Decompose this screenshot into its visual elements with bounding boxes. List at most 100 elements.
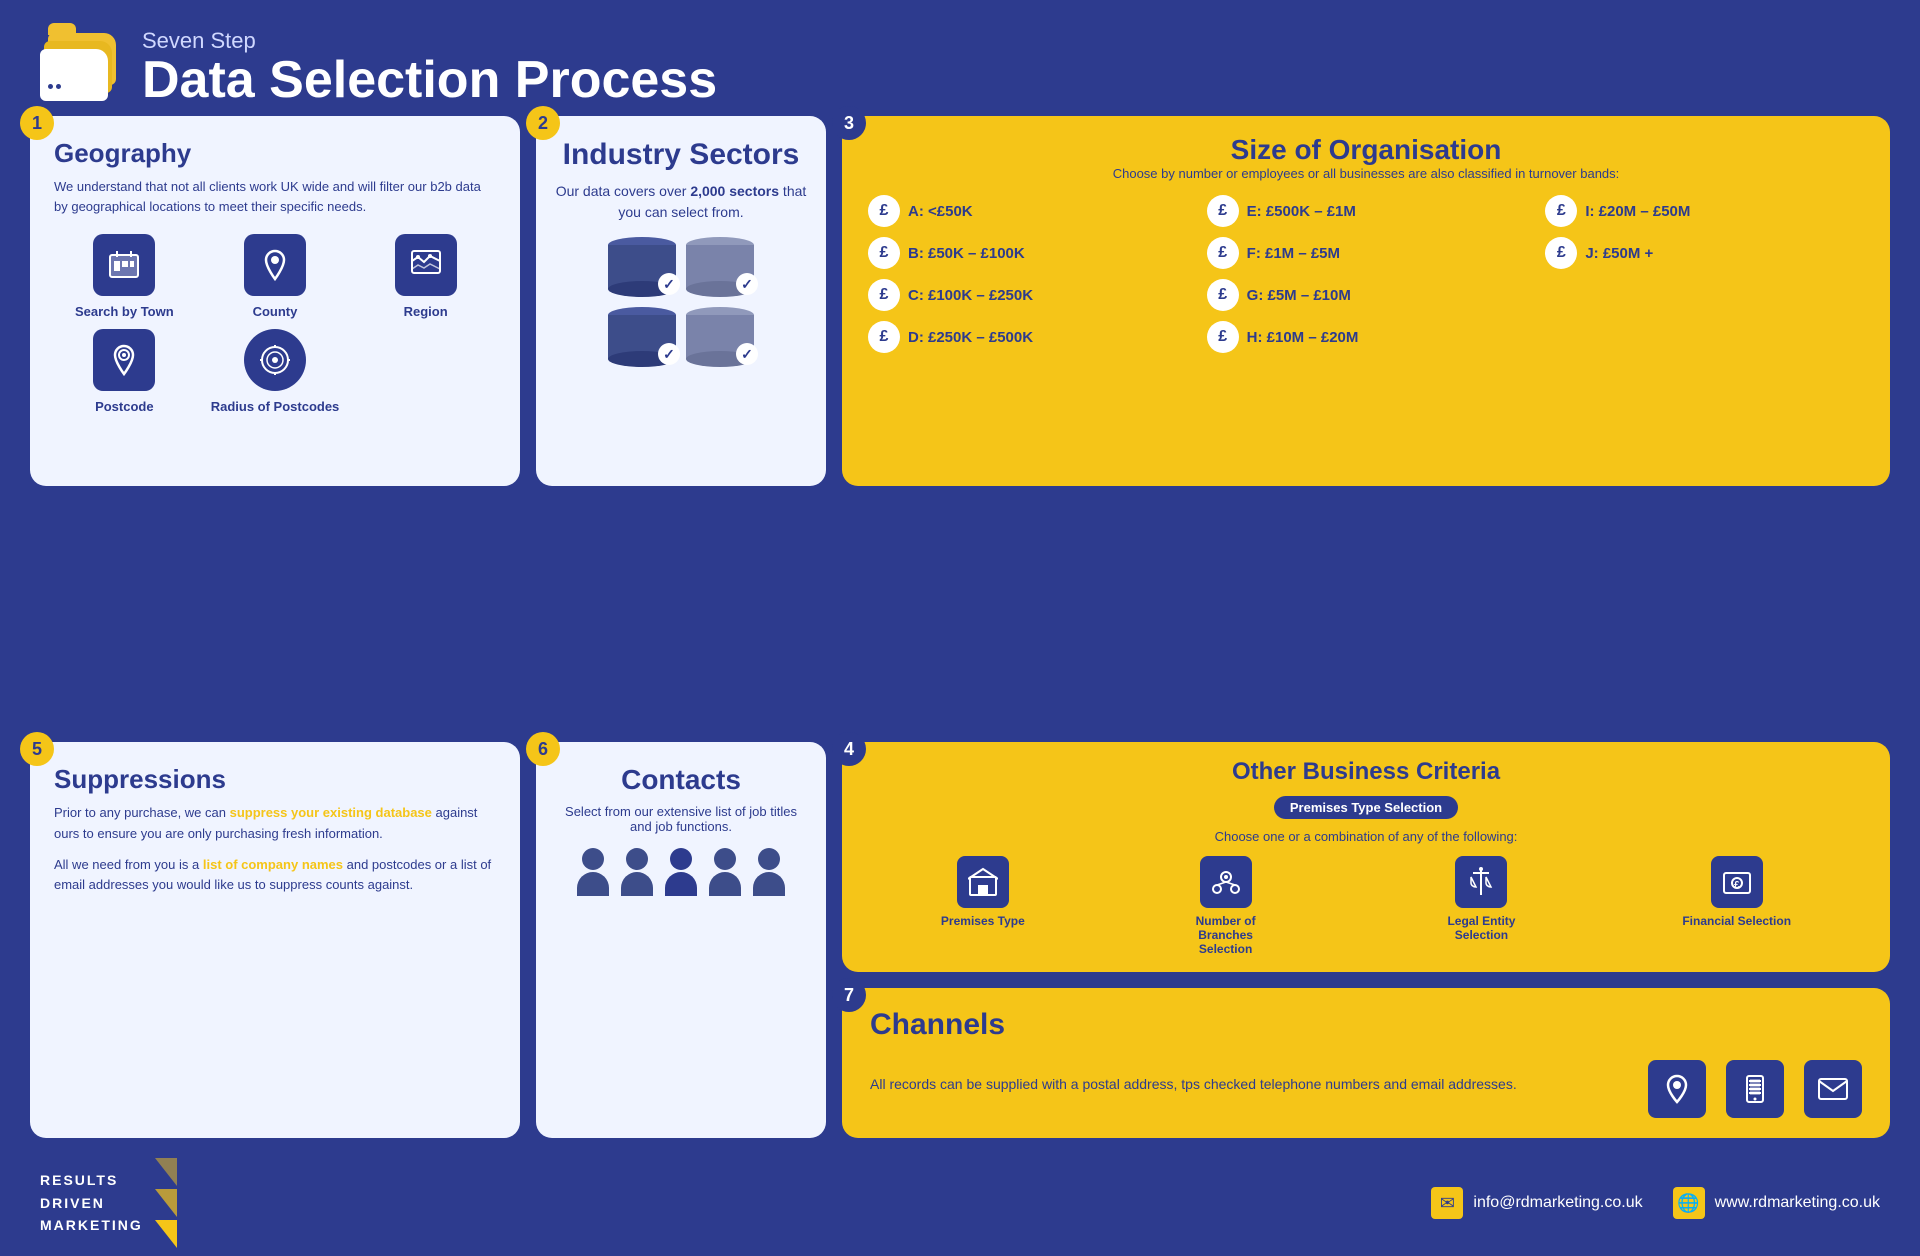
db-cylinder-3: ✓ xyxy=(608,307,676,367)
step4-other-card: 4 Other Business Criteria Premises Type … xyxy=(842,742,1890,972)
county-icon xyxy=(244,234,306,296)
bottom-grid: 5 Suppressions Prior to any purchase, we… xyxy=(0,742,1920,1150)
radius-icon xyxy=(244,329,306,391)
logo-chevrons xyxy=(155,1158,177,1248)
band-b: £ B: £50K – £100K xyxy=(868,237,1187,269)
db-check-2: ✓ xyxy=(736,273,758,295)
people-icons xyxy=(575,848,787,898)
person-2-body xyxy=(621,872,653,896)
footer: RESULTS DRIVEN MARKETING ✉ info@rdmarket… xyxy=(0,1150,1920,1256)
county-label: County xyxy=(253,304,298,319)
step7-body: All records can be supplied with a posta… xyxy=(870,1076,1648,1092)
person-3-body xyxy=(665,872,697,896)
premises-type-icon xyxy=(957,856,1009,908)
person-1 xyxy=(575,848,611,898)
search-by-town-icon xyxy=(93,234,155,296)
step2-subtitle-bold: 2,000 sectors xyxy=(690,183,779,199)
person-4-body xyxy=(709,872,741,896)
criteria-icons: Premises Type Number of B xyxy=(868,856,1864,956)
step6-badge: 6 xyxy=(526,732,560,766)
step7-badge: 7 xyxy=(832,978,866,1012)
chevron-1-icon xyxy=(155,1158,177,1186)
step6-title: Contacts xyxy=(621,764,741,796)
region-label: Region xyxy=(404,304,448,319)
db-check-3: ✓ xyxy=(658,343,680,365)
region-icon xyxy=(395,234,457,296)
criteria-branches-label: Number of Branches Selection xyxy=(1171,914,1281,956)
band-a-label: A: <£50K xyxy=(908,203,973,220)
logo-line-2: DRIVEN xyxy=(40,1192,143,1214)
footer-website-text: www.rdmarketing.co.uk xyxy=(1715,1194,1880,1212)
person-4-head xyxy=(714,848,736,870)
postcode-icon xyxy=(93,329,155,391)
location-channel-icon xyxy=(1648,1060,1706,1118)
geo-search-by-town: Search by Town xyxy=(54,234,195,319)
band-e: £ E: £500K – £1M xyxy=(1207,195,1526,227)
band-h: £ H: £10M – £20M xyxy=(1207,321,1526,353)
footer-email-text: info@rdmarketing.co.uk xyxy=(1473,1194,1642,1212)
band-d-label: D: £250K – £500K xyxy=(908,329,1033,346)
phone-channel-icon xyxy=(1726,1060,1784,1118)
person-5-head xyxy=(758,848,780,870)
header: Seven Step Data Selection Process xyxy=(0,0,1920,116)
footer-website: 🌐 www.rdmarketing.co.uk xyxy=(1673,1187,1880,1219)
band-d-icon: £ xyxy=(868,321,900,353)
criteria-financial-label: Financial Selection xyxy=(1682,914,1791,928)
channel-icons xyxy=(1648,1060,1862,1118)
postcode-label: Postcode xyxy=(95,399,154,414)
band-empty-1 xyxy=(1545,279,1864,311)
size-bands-grid: £ A: <£50K £ E: £500K – £1M £ I: £20M – … xyxy=(868,195,1864,353)
step4-subtitle: Choose one or a combination of any of th… xyxy=(868,829,1864,844)
step5-text1-link: suppress your existing database xyxy=(230,805,432,820)
step1-geography-card: 1 Geography We understand that not all c… xyxy=(30,116,520,486)
band-g-label: G: £5M – £10M xyxy=(1247,287,1351,304)
chevron-2-icon xyxy=(155,1189,177,1217)
person-1-head xyxy=(582,848,604,870)
band-c: £ C: £100K – £250K xyxy=(868,279,1187,311)
db-icon-3: ✓ xyxy=(608,307,676,367)
logo-line-3: MARKETING xyxy=(40,1214,143,1236)
database-icons: ✓ ✓ ✓ xyxy=(608,237,754,367)
band-empty-2 xyxy=(1545,321,1864,353)
branches-icon xyxy=(1200,856,1252,908)
header-text: Seven Step Data Selection Process xyxy=(142,28,717,106)
step2-subtitle-pre: Our data covers over xyxy=(556,183,691,199)
globe-icon: 🌐 xyxy=(1673,1187,1705,1219)
band-e-icon: £ xyxy=(1207,195,1239,227)
step2-industry-card: 2 Industry Sectors Our data covers over … xyxy=(536,116,826,486)
step3-badge: 3 xyxy=(832,106,866,140)
step5-text1-pre: Prior to any purchase, we can xyxy=(54,805,230,820)
step2-subtitle: Our data covers over 2,000 sectors that … xyxy=(554,181,808,223)
criteria-premises: Premises Type xyxy=(941,856,1025,928)
geo-radius: Radius of Postcodes xyxy=(205,329,346,414)
person-3-head xyxy=(670,848,692,870)
geo-icons-grid: Search by Town County xyxy=(54,234,496,414)
step3-size-card: 3 Size of Organisation Choose by number … xyxy=(842,116,1890,486)
step7-channels-card: 7 Channels All records can be supplied w… xyxy=(842,988,1890,1138)
main-grid: 1 Geography We understand that not all c… xyxy=(0,116,1920,742)
logo-text-block: RESULTS DRIVEN MARKETING xyxy=(40,1169,143,1236)
svg-text:£: £ xyxy=(1734,880,1740,891)
logo-line-1: RESULTS xyxy=(40,1169,143,1191)
db-icon-4: ✓ xyxy=(686,307,754,367)
db-icon-1: ✓ xyxy=(608,237,676,297)
band-c-label: C: £100K – £250K xyxy=(908,287,1033,304)
band-i-icon: £ xyxy=(1545,195,1577,227)
criteria-financial: £ Financial Selection xyxy=(1682,856,1791,928)
step5-text1: Prior to any purchase, we can suppress y… xyxy=(54,803,496,845)
step5-suppress-card: 5 Suppressions Prior to any purchase, we… xyxy=(30,742,520,1138)
step5-text2-pre: All we need from you is a xyxy=(54,857,203,872)
db-cylinder-2: ✓ xyxy=(686,237,754,297)
band-f: £ F: £1M – £5M xyxy=(1207,237,1526,269)
step5-badge: 5 xyxy=(20,732,54,766)
criteria-legal-label: Legal Entity Selection xyxy=(1426,914,1536,942)
geo-region: Region xyxy=(355,234,496,319)
step5-text2-link: list of company names xyxy=(203,857,343,872)
step1-body: We understand that not all clients work … xyxy=(54,177,496,216)
band-a-icon: £ xyxy=(868,195,900,227)
criteria-premises-label: Premises Type xyxy=(941,914,1025,928)
db-cylinder-4: ✓ xyxy=(686,307,754,367)
band-f-label: F: £1M – £5M xyxy=(1247,245,1340,262)
band-e-label: E: £500K – £1M xyxy=(1247,203,1356,220)
financial-icon: £ xyxy=(1711,856,1763,908)
